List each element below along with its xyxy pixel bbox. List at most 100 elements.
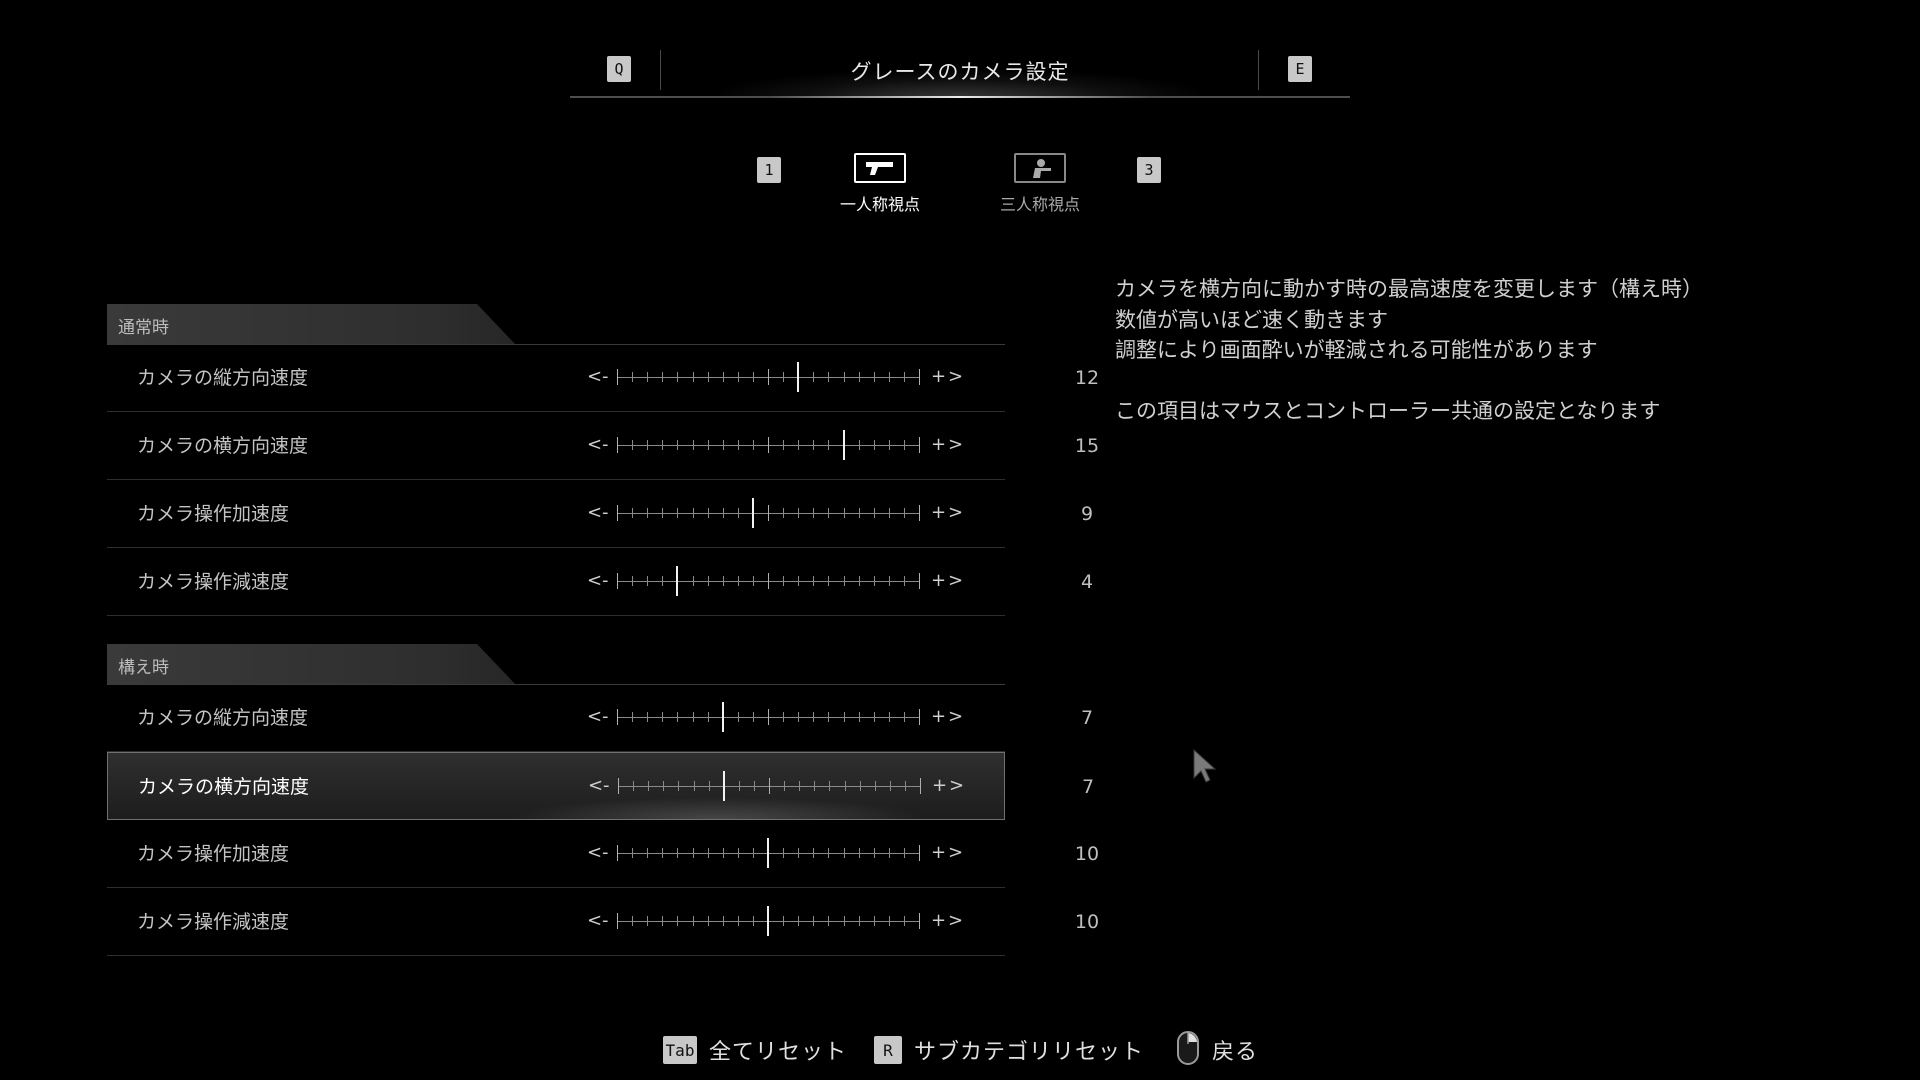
decrease-button[interactable]: - bbox=[602, 820, 609, 888]
decrease-button[interactable]: - bbox=[602, 344, 609, 412]
slider-tick bbox=[813, 440, 815, 450]
increase-arrow-icon[interactable]: > bbox=[948, 344, 963, 412]
slider-track[interactable] bbox=[617, 498, 920, 528]
slider-tick bbox=[737, 848, 739, 858]
increase-button[interactable]: + bbox=[931, 820, 946, 888]
decrease-button[interactable]: - bbox=[602, 412, 609, 480]
setting-value: 9 bbox=[1080, 503, 1094, 525]
decrease-arrow-icon[interactable]: < bbox=[587, 480, 602, 548]
value-slider[interactable]: < - + >9 bbox=[577, 480, 1093, 548]
slider-track[interactable] bbox=[617, 566, 920, 596]
slider-tick bbox=[707, 576, 709, 586]
setting-row[interactable]: カメラ操作減速度 < - + >10 bbox=[107, 888, 1099, 956]
slider-tick bbox=[844, 781, 846, 791]
slider-tick bbox=[617, 369, 618, 385]
increase-button[interactable]: + bbox=[931, 888, 946, 956]
slider-thumb[interactable] bbox=[797, 362, 800, 392]
decrease-button[interactable]: - bbox=[602, 684, 609, 752]
value-slider[interactable]: < - + >15 bbox=[577, 412, 1099, 480]
slider-thumb[interactable] bbox=[721, 702, 724, 732]
increase-button[interactable]: + bbox=[931, 684, 946, 752]
decrease-arrow-icon[interactable]: < bbox=[587, 684, 602, 752]
slider-tick bbox=[843, 916, 845, 926]
tab-third-person-label: 三人称視点 bbox=[999, 195, 1080, 214]
increase-button[interactable]: + bbox=[931, 548, 946, 616]
slider-thumb[interactable] bbox=[767, 906, 769, 936]
slider-tick bbox=[632, 576, 634, 586]
value-slider[interactable]: < - + >10 bbox=[577, 888, 1099, 956]
decrease-arrow-icon[interactable]: < bbox=[587, 888, 602, 956]
slider-thumb[interactable] bbox=[676, 566, 679, 596]
setting-label: カメラ操作減速度 bbox=[137, 911, 290, 933]
decrease-arrow-icon[interactable]: < bbox=[587, 820, 602, 888]
increase-button[interactable]: + bbox=[931, 480, 946, 548]
decrease-arrow-icon[interactable]: < bbox=[587, 412, 602, 480]
increase-button[interactable]: + bbox=[931, 344, 946, 412]
value-slider[interactable]: < - + >10 bbox=[577, 820, 1099, 888]
value-slider[interactable]: < - + >4 bbox=[577, 548, 1093, 616]
value-slider[interactable]: < - + >7 bbox=[578, 753, 1094, 821]
decrease-arrow-icon[interactable]: < bbox=[587, 548, 602, 616]
increase-arrow-icon[interactable]: > bbox=[948, 412, 963, 480]
increase-arrow-icon[interactable]: > bbox=[948, 684, 963, 752]
setting-row[interactable]: カメラ操作加速度 < - + >9 bbox=[107, 480, 1093, 548]
slider-track[interactable] bbox=[617, 838, 920, 868]
tab-first-person-label: 一人称視点 bbox=[839, 195, 920, 214]
slider-tick bbox=[858, 440, 860, 450]
setting-row[interactable]: カメラ操作減速度 < - + >4 bbox=[107, 548, 1093, 616]
setting-row[interactable]: カメラの縦方向速度 < - + >7 bbox=[107, 684, 1093, 752]
reset-all-button[interactable]: Tab 全てリセット bbox=[663, 1034, 847, 1066]
tab-first-person[interactable]: 一人称視点 bbox=[820, 153, 940, 215]
slider-track[interactable] bbox=[617, 906, 920, 936]
value-slider[interactable]: < - + >12 bbox=[577, 344, 1099, 412]
slider-tick bbox=[692, 916, 694, 926]
slider-track[interactable] bbox=[617, 430, 920, 460]
tab-third-person[interactable]: 三人称視点 bbox=[980, 153, 1100, 215]
decrease-button[interactable]: - bbox=[602, 480, 609, 548]
decrease-arrow-icon[interactable]: < bbox=[588, 753, 603, 821]
section-header-aiming: 構え時 bbox=[107, 644, 1005, 685]
slider-tick bbox=[632, 712, 634, 722]
setting-row[interactable]: カメラの縦方向速度 < - + >12 bbox=[107, 344, 1099, 412]
decrease-button[interactable]: - bbox=[603, 753, 610, 821]
pistol-icon bbox=[854, 153, 906, 183]
prev-view-key[interactable]: 1 bbox=[757, 157, 781, 183]
increase-arrow-icon[interactable]: > bbox=[948, 888, 963, 956]
slider-track[interactable] bbox=[617, 702, 920, 732]
slider-tick bbox=[677, 440, 679, 450]
slider-tick bbox=[859, 781, 861, 791]
reset-subcategory-button[interactable]: R サブカテゴリリセット bbox=[874, 1034, 1144, 1066]
setting-row-selected[interactable]: カメラの横方向速度 < - + >7 bbox=[107, 752, 1094, 821]
decrease-button[interactable]: - bbox=[602, 548, 609, 616]
setting-row[interactable]: カメラの横方向速度 < - + >15 bbox=[107, 412, 1099, 480]
increase-arrow-icon[interactable]: > bbox=[948, 480, 963, 548]
slider-thumb[interactable] bbox=[751, 498, 754, 528]
increase-arrow-icon[interactable]: > bbox=[948, 548, 963, 616]
back-button[interactable]: 戻る bbox=[1176, 1031, 1258, 1066]
slider-thumb[interactable] bbox=[722, 771, 725, 801]
slider-tick bbox=[919, 369, 920, 385]
slider-track[interactable] bbox=[618, 771, 921, 801]
slider-tick bbox=[692, 576, 694, 586]
slider-tick bbox=[783, 712, 785, 722]
slider-track[interactable] bbox=[617, 362, 920, 392]
next-view-key[interactable]: 3 bbox=[1137, 157, 1161, 183]
value-slider[interactable]: < - + >7 bbox=[577, 684, 1093, 752]
next-category-key[interactable]: E bbox=[1288, 56, 1312, 82]
slider-tick bbox=[707, 712, 709, 722]
increase-arrow-icon[interactable]: > bbox=[949, 753, 964, 821]
decrease-button[interactable]: - bbox=[602, 888, 609, 956]
slider-thumb[interactable] bbox=[767, 838, 769, 868]
increase-arrow-icon[interactable]: > bbox=[948, 820, 963, 888]
increase-button[interactable]: + bbox=[932, 753, 947, 821]
slider-tick bbox=[828, 712, 830, 722]
slider-tick bbox=[662, 372, 664, 382]
slider-tick bbox=[798, 508, 800, 518]
slider-tick bbox=[813, 372, 815, 382]
slider-tick bbox=[903, 440, 905, 450]
setting-row[interactable]: カメラ操作加速度 < - + >10 bbox=[107, 820, 1099, 888]
setting-label: カメラの横方向速度 bbox=[137, 435, 309, 457]
slider-thumb[interactable] bbox=[842, 430, 845, 460]
increase-button[interactable]: + bbox=[931, 412, 946, 480]
decrease-arrow-icon[interactable]: < bbox=[587, 344, 602, 412]
